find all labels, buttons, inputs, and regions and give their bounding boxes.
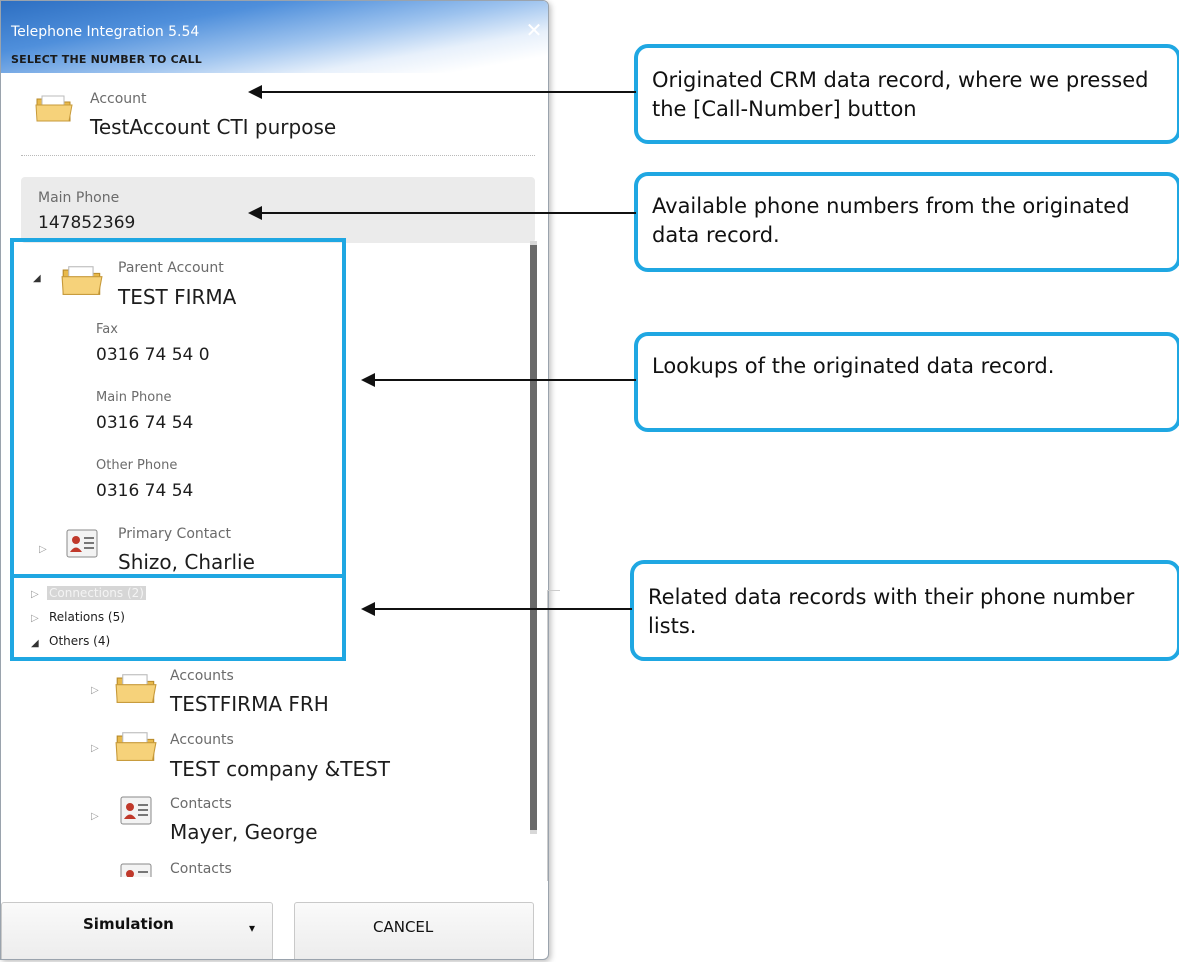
- chevron-down-icon[interactable]: ▾: [249, 921, 255, 935]
- scrollbar-thumb[interactable]: [530, 245, 537, 830]
- arrow-head-icon: [361, 602, 375, 616]
- divider: [21, 155, 535, 156]
- window-title: Telephone Integration 5.54: [11, 24, 200, 40]
- callout-origin-text: Originated CRM data record, where we pre…: [652, 68, 1149, 121]
- related-item-type: Accounts: [170, 732, 234, 748]
- arrow-line: [262, 212, 636, 214]
- related-item-type: Contacts: [170, 861, 232, 877]
- contact-card-icon: [120, 796, 152, 825]
- callout-lookups-text: Lookups of the originated data record.: [652, 354, 1055, 378]
- related-highlight-frame: [10, 574, 346, 661]
- background-window-edge: [547, 590, 560, 881]
- arrow-line: [375, 608, 632, 610]
- origin-phone-label: Main Phone: [38, 190, 120, 206]
- origin-entity-name: TestAccount CTI purpose: [90, 115, 337, 139]
- simulation-button-label: Simulation: [83, 915, 174, 933]
- related-item-type: Accounts: [170, 668, 234, 684]
- close-icon[interactable]: ✕: [523, 19, 545, 41]
- expand-closed-icon[interactable]: ▷: [91, 685, 99, 696]
- arrow-line: [375, 379, 636, 381]
- callout-lookups: [634, 332, 1179, 432]
- arrow-head-icon: [361, 373, 375, 387]
- cancel-button-label: CANCEL: [373, 918, 434, 936]
- arrow-head-icon: [248, 206, 262, 220]
- callout-related-text: Related data records with their phone nu…: [648, 585, 1135, 638]
- clipped-list-item: Contacts: [101, 861, 529, 877]
- related-item-type: Contacts: [170, 796, 232, 812]
- contact-card-icon: [120, 863, 152, 877]
- related-item-name[interactable]: TEST company &TEST: [170, 757, 390, 781]
- folder-icon: [115, 674, 157, 703]
- callout-phone-numbers-text: Available phone numbers from the origina…: [652, 194, 1130, 247]
- arrow-line: [262, 91, 636, 93]
- lookups-highlight-frame: [10, 238, 346, 578]
- dialog-subtitle: SELECT THE NUMBER TO CALL: [11, 53, 202, 66]
- related-item-name[interactable]: TESTFIRMA FRH: [170, 692, 329, 716]
- origin-main-phone-item[interactable]: [21, 177, 535, 243]
- telephone-integration-dialog: Telephone Integration 5.54 ✕ SELECT THE …: [0, 0, 549, 960]
- expand-closed-icon[interactable]: ▷: [91, 811, 99, 822]
- folder-icon: [115, 732, 157, 761]
- folder-icon: [35, 95, 73, 122]
- expand-closed-icon[interactable]: ▷: [91, 743, 99, 754]
- origin-phone-value: 147852369: [38, 213, 136, 233]
- related-item-name[interactable]: Mayer, George: [170, 820, 318, 844]
- origin-entity-label: Account: [90, 91, 147, 107]
- arrow-head-icon: [248, 85, 262, 99]
